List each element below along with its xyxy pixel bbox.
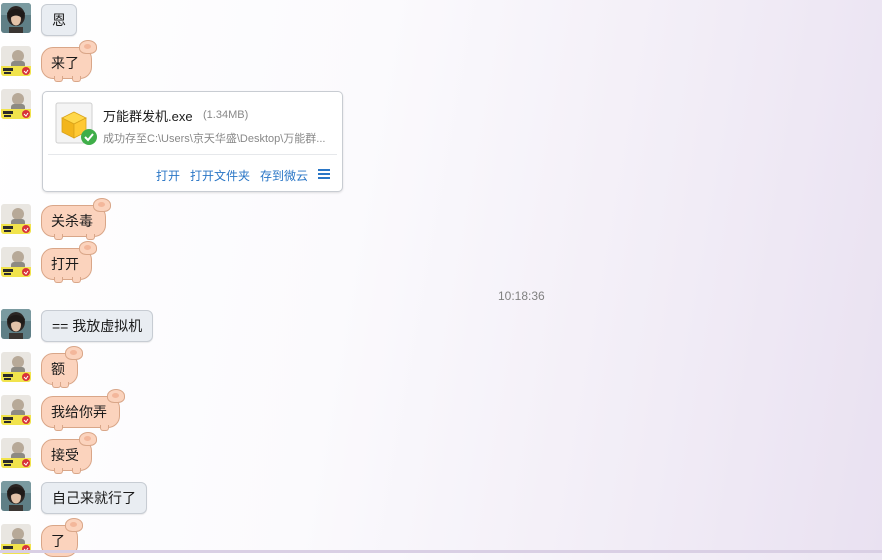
pig-leg-decoration [54,468,63,474]
message-row: 我给你弄 [0,389,600,431]
pig-ear-decoration [107,389,125,403]
message-row: 额 [0,346,600,388]
pig-ear-decoration [79,432,97,446]
message-text: 关杀毒 [51,213,93,229]
avatar-me[interactable] [1,46,31,76]
message-text: 打开 [51,256,79,272]
pig-ear-decoration [93,198,111,212]
pig-leg-decoration [54,425,63,431]
avatar-me[interactable] [1,247,31,277]
message-text: 额 [51,361,65,377]
message-bubble: 我给你弄 [41,389,125,431]
pig-leg-decoration [54,76,63,82]
pig-ear-decoration [65,346,83,360]
message-text: 来了 [51,55,79,71]
pig-leg-decoration [100,425,109,431]
open-folder-link[interactable]: 打开文件夹 [190,169,250,183]
timestamp: 10:18:36 [498,289,545,303]
avatar-me[interactable] [1,352,31,382]
pig-leg-decoration [54,277,63,283]
message-row: 恩 [0,3,600,39]
avatar-other[interactable] [1,481,31,511]
message-bubble: 打开 [41,241,97,283]
file-transfer-card: 万能群发机.exe (1.34MB) 成功存至C:\Users\京天华盛\Des… [42,91,343,192]
chat-history: 恩 来了 万能群发机.exe (1.34MB) 成功存至C:\Users\京天华… [0,0,882,557]
card-divider [48,154,337,155]
pig-leg-decoration [54,234,63,240]
message-text: 接受 [51,447,79,463]
message-row: 来了 [0,40,600,82]
message-bubble: 自己来就行了 [41,482,147,514]
message-row: == 我放虚拟机 [0,309,600,345]
file-size: (1.34MB) [203,109,249,121]
avatar-other[interactable] [1,309,31,339]
message-text: 了 [51,533,65,549]
avatar-other[interactable] [1,3,31,33]
message-bubble: 恩 [41,4,77,36]
message-bubble: 关杀毒 [41,198,111,240]
message-text: 我给你弄 [51,404,107,420]
message-bubble: == 我放虚拟机 [41,310,154,342]
file-save-status: 成功存至C:\Users\京天华盛\Desktop\万能群... [103,133,326,145]
message-row: 关杀毒 [0,198,600,240]
message-row: 打开 [0,241,600,283]
package-icon[interactable] [55,102,97,146]
pig-leg-decoration [72,76,81,82]
message-row: 自己来就行了 [0,481,600,517]
message-row: 接受 [0,432,600,474]
pig-ear-decoration [65,518,83,532]
pig-ear-decoration [79,40,97,54]
pig-ear-decoration [79,241,97,255]
message-row: 了 [0,518,600,560]
file-name[interactable]: 万能群发机.exe [103,106,193,125]
pig-leg-decoration [86,234,95,240]
pig-leg-decoration [72,468,81,474]
avatar-me[interactable] [1,89,31,119]
avatar-me[interactable] [1,395,31,425]
avatar-me[interactable] [1,438,31,468]
pig-leg-decoration [72,277,81,283]
file-actions: 打开 打开文件夹 存到微云 [156,167,318,184]
menu-icon[interactable] [318,169,330,179]
message-bubble: 额 [41,346,83,388]
avatar-me[interactable] [1,204,31,234]
message-bubble: 接受 [41,432,97,474]
save-to-cloud-link[interactable]: 存到微云 [260,169,308,183]
open-file-link[interactable]: 打开 [156,169,180,183]
pig-leg-decoration [60,382,69,388]
message-bubble: 来了 [41,40,97,82]
